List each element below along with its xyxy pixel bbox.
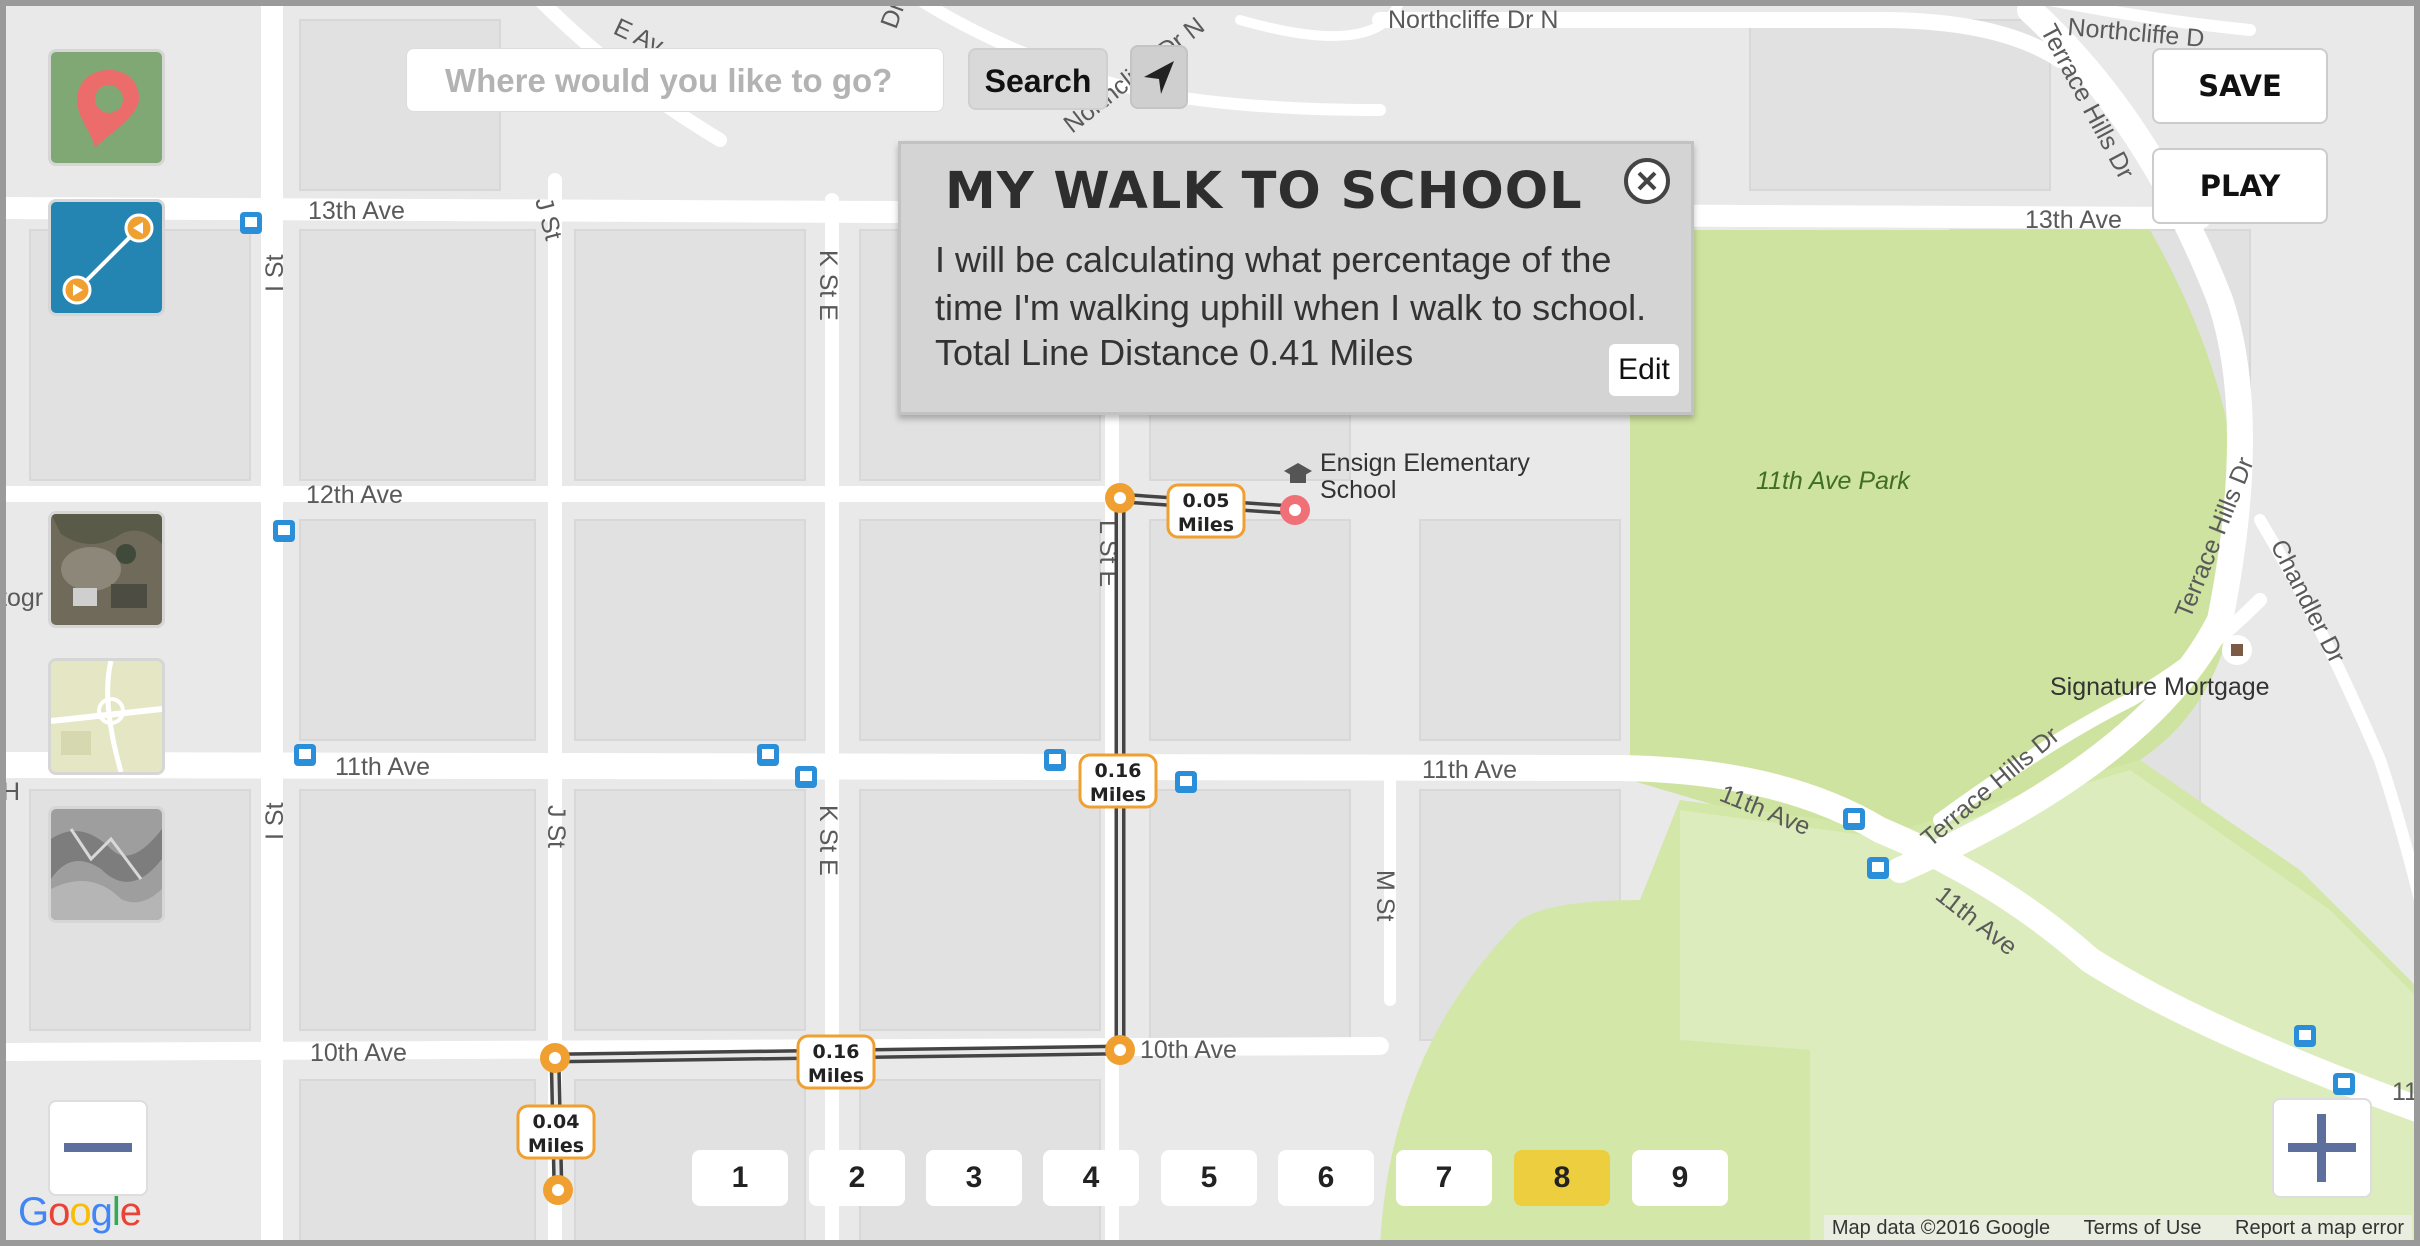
terrain-layer-icon (51, 809, 162, 920)
map-attribution: Map data ©2016 Google Terms of Use Repor… (1823, 1215, 2412, 1242)
satellite-layer-button[interactable] (48, 511, 165, 628)
poi-label-school: School (1320, 476, 1396, 504)
svg-text:Miles: Miles (528, 1135, 584, 1157)
google-logo: Google (18, 1190, 142, 1234)
play-button[interactable]: PLAY (2152, 148, 2328, 224)
close-button[interactable] (1624, 158, 1670, 204)
street-label: 13th Ave (2025, 206, 2122, 234)
page-button-2[interactable]: 2 (809, 1150, 905, 1206)
info-panel: MY WALK TO SCHOOL I will be calculating … (898, 141, 1694, 415)
street-label: 11 (2392, 1078, 2418, 1106)
zoom-in-button[interactable] (2272, 1098, 2372, 1198)
bus-stop-icon[interactable] (1044, 749, 1066, 771)
info-total-distance: Total Line Distance 0.41 Miles (935, 332, 1414, 373)
page-button-8[interactable]: 8 (1514, 1150, 1610, 1206)
save-button[interactable]: SAVE (2152, 48, 2328, 124)
search-button[interactable]: Search (968, 48, 1108, 110)
zoom-out-button[interactable] (48, 1100, 148, 1196)
zoom-out-icon (64, 1143, 132, 1152)
line-tool-button[interactable] (48, 199, 165, 316)
terrain-layer-button[interactable] (48, 806, 165, 923)
bus-stop-icon[interactable] (1843, 808, 1865, 830)
page-button-6[interactable]: 6 (1278, 1150, 1374, 1206)
bus-stop-icon[interactable] (2294, 1025, 2316, 1047)
distance-label: 0.04 Miles (516, 1104, 596, 1160)
distance-label: 0.16 Miles (796, 1034, 876, 1090)
svg-text:0.16: 0.16 (813, 1041, 860, 1063)
svg-text:0.16: 0.16 (1095, 760, 1142, 782)
report-error-link[interactable]: Report a map error (2235, 1217, 2404, 1239)
edit-button[interactable]: Edit (1609, 344, 1679, 396)
street-label: I St (261, 802, 289, 840)
map-data-credit: Map data ©2016 Google (1831, 1217, 2051, 1239)
street-label: togr (0, 584, 43, 612)
close-icon (1637, 171, 1657, 191)
street-label: K St E (814, 250, 842, 321)
street-label: H (2, 778, 20, 806)
street-label: 11th Ave (335, 753, 430, 781)
satellite-layer-icon (51, 514, 162, 625)
pin-tool-icon (77, 70, 139, 148)
svg-text:Miles: Miles (1178, 514, 1234, 536)
navigate-arrow-icon (1144, 61, 1174, 94)
street-label: 13th Ave (308, 197, 405, 225)
bus-stop-icon[interactable] (757, 744, 779, 766)
page-button-5[interactable]: 5 (1161, 1150, 1257, 1206)
distance-label: 0.05 Miles (1166, 483, 1246, 539)
info-description: I will be calculating what percentage of… (935, 239, 1647, 328)
page-button-7[interactable]: 7 (1396, 1150, 1492, 1206)
poi-label-mortgage: Signature Mortgage (2050, 673, 2270, 701)
terms-link[interactable]: Terms of Use (2084, 1217, 2202, 1239)
map-layer-icon (51, 661, 162, 772)
svg-text:0.04: 0.04 (533, 1111, 580, 1133)
street-label: 10th Ave (1140, 1036, 1237, 1064)
bus-stop-icon[interactable] (240, 212, 262, 234)
page-button-9[interactable]: 9 (1632, 1150, 1728, 1206)
street-label: J St (542, 805, 570, 848)
street-label: 11th Ave (1422, 756, 1517, 784)
poi-label-park: 11th Ave Park (1756, 467, 1911, 495)
page-button-4[interactable]: 4 (1043, 1150, 1139, 1206)
street-label: 10th Ave (310, 1039, 407, 1067)
map-app: 13th Ave 13th Ave 12th Ave 11th Ave 11th… (0, 0, 2420, 1246)
street-label: I St (261, 254, 289, 292)
pin-tool-button[interactable] (48, 49, 165, 166)
search-input[interactable]: Where would you like to go? (406, 48, 944, 112)
svg-text:Miles: Miles (808, 1065, 864, 1087)
bus-stop-icon[interactable] (1867, 857, 1889, 879)
locate-button[interactable] (1130, 45, 1188, 109)
svg-text:Miles: Miles (1090, 784, 1146, 806)
street-label: K St E (814, 805, 842, 876)
bus-stop-icon[interactable] (294, 744, 316, 766)
bus-stop-icon[interactable] (2333, 1073, 2355, 1095)
map-layer-button[interactable] (48, 658, 165, 775)
street-label: 12th Ave (306, 481, 403, 509)
zoom-in-icon (2288, 1114, 2356, 1182)
bus-stop-icon[interactable] (795, 766, 817, 788)
street-label: M St (1371, 870, 1399, 921)
page-button-1[interactable]: 1 (692, 1150, 788, 1206)
line-tool-icon (62, 213, 154, 305)
poi-label-school: Ensign Elementary (1320, 449, 1530, 477)
page-button-3[interactable]: 3 (926, 1150, 1022, 1206)
svg-text:0.05: 0.05 (1183, 490, 1230, 512)
street-label: Northcliffe Dr N (1388, 6, 1558, 34)
info-title: MY WALK TO SCHOOL (945, 162, 1583, 221)
bus-stop-icon[interactable] (273, 520, 295, 542)
bus-stop-icon[interactable] (1175, 771, 1197, 793)
distance-label: 0.16 Miles (1078, 753, 1158, 809)
